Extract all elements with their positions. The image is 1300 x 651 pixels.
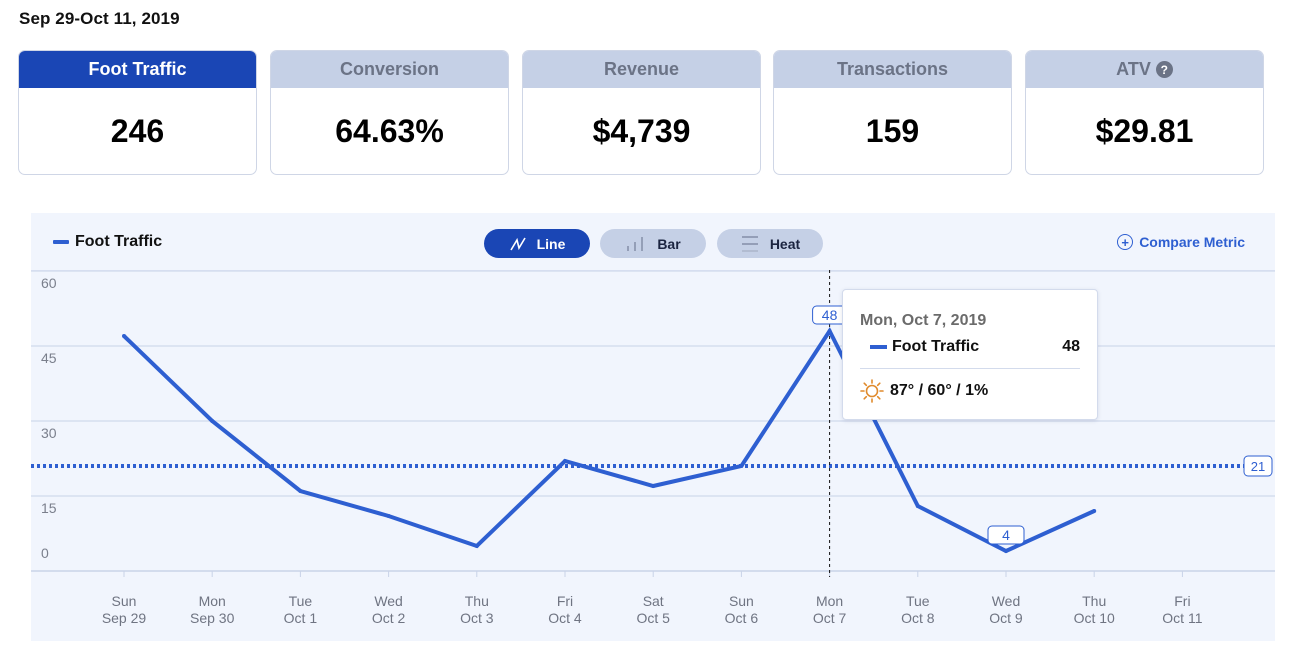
x-tick-label-date: Sep 30 (190, 610, 235, 626)
x-tick-label-day: Fri (557, 593, 573, 609)
x-tick-label-day: Tue (289, 593, 313, 609)
x-tick-label-date: Oct 4 (548, 610, 582, 626)
data-point (563, 459, 567, 463)
y-tick-label: 45 (41, 350, 57, 366)
x-tick-label-day: Mon (816, 593, 843, 609)
x-tick-label-day: Sun (112, 593, 137, 609)
x-tick-label-day: Sun (729, 593, 754, 609)
x-tick-label-date: Oct 3 (460, 610, 494, 626)
x-tick-label-day: Fri (1174, 593, 1190, 609)
x-tick-label-day: Mon (199, 593, 226, 609)
y-tick-label: 15 (41, 500, 57, 516)
data-point (915, 504, 920, 508)
data-point (739, 464, 744, 468)
data-point (122, 334, 126, 338)
data-point (474, 544, 479, 548)
data-point (386, 514, 391, 518)
x-tick-label-day: Wed (374, 593, 403, 609)
tooltip-weather-text: 87° / 60° / 1% (890, 382, 989, 399)
x-tick-label-date: Oct 2 (372, 610, 406, 626)
x-tick-label-date: Oct 7 (813, 610, 847, 626)
tooltip-series-value: 48 (1062, 338, 1080, 355)
x-tick-label-date: Sep 29 (102, 610, 147, 626)
tooltip-series-swatch (870, 345, 887, 349)
data-point (827, 329, 832, 333)
x-tick-label-date: Oct 8 (901, 610, 935, 626)
chart-tooltip: Mon, Oct 7, 2019 Foot Traffic 48 87° / 6… (842, 289, 1098, 420)
line-chart: 015304560SunSep 29MonSep 30TueOct 1WedOc… (31, 270, 1275, 626)
y-tick-label: 60 (41, 275, 57, 291)
y-tick-label: 0 (41, 545, 49, 561)
x-tick-label-day: Tue (906, 593, 930, 609)
point-label: 48 (822, 307, 838, 323)
x-tick-label-date: Oct 1 (284, 610, 318, 626)
x-tick-label-date: Oct 6 (725, 610, 759, 626)
x-tick-label-date: Oct 9 (989, 610, 1023, 626)
sun-icon (860, 379, 884, 403)
y-tick-label: 30 (41, 425, 57, 441)
data-point (1004, 549, 1008, 553)
point-label: 4 (1002, 527, 1010, 543)
tooltip-series-label: Foot Traffic (892, 338, 980, 355)
tooltip-series-row: Foot Traffic 48 (870, 338, 1080, 356)
data-point (210, 419, 215, 423)
data-point (1092, 509, 1097, 513)
x-tick-label-date: Oct 5 (636, 610, 670, 626)
data-point (298, 489, 303, 493)
x-tick-label-day: Thu (1082, 593, 1106, 609)
tooltip-date: Mon, Oct 7, 2019 (860, 312, 987, 329)
x-tick-label-date: Oct 10 (1074, 610, 1115, 626)
x-tick-label-day: Thu (465, 593, 489, 609)
average-label: 21 (1251, 459, 1265, 474)
tooltip-divider (860, 368, 1080, 369)
x-tick-label-date: Oct 11 (1162, 610, 1202, 626)
data-point (651, 484, 656, 488)
x-tick-label-day: Wed (992, 593, 1021, 609)
x-tick-label-day: Sat (643, 593, 664, 609)
tooltip-weather: 87° / 60° / 1% (860, 379, 988, 403)
